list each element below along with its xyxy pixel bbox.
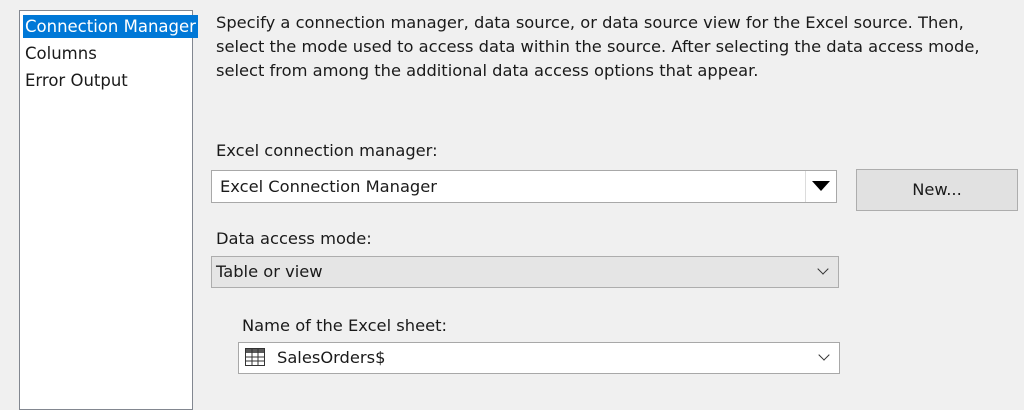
- page-description: Specify a connection manager, data sourc…: [216, 13, 980, 80]
- table-icon: [245, 348, 265, 366]
- excel-sheet-label: Name of the Excel sheet:: [242, 316, 447, 335]
- nav-item-error-output[interactable]: Error Output: [23, 69, 130, 92]
- new-connection-button[interactable]: New...: [856, 169, 1018, 211]
- triangle-down-icon: [812, 181, 830, 191]
- page-list[interactable]: Connection Manager Columns Error Output: [19, 10, 198, 410]
- connection-manager-label: Excel connection manager:: [216, 141, 438, 160]
- excel-sheet-select[interactable]: SalesOrders$: [238, 342, 840, 374]
- data-access-mode-value: Table or view: [216, 262, 323, 281]
- data-access-mode-label: Data access mode:: [216, 229, 372, 248]
- connection-manager-value: Excel Connection Manager: [220, 177, 437, 196]
- connection-manager-combobox[interactable]: Excel Connection Manager: [211, 170, 837, 203]
- excel-sheet-value: SalesOrders$: [277, 348, 386, 367]
- connection-manager-dropdown-button[interactable]: [805, 171, 836, 202]
- nav-item-connection-manager[interactable]: Connection Manager: [23, 15, 198, 38]
- nav-item-columns[interactable]: Columns: [23, 42, 99, 65]
- chevron-down-icon: [818, 349, 830, 361]
- chevron-down-icon: [817, 263, 829, 275]
- data-access-mode-select[interactable]: Table or view: [211, 256, 839, 288]
